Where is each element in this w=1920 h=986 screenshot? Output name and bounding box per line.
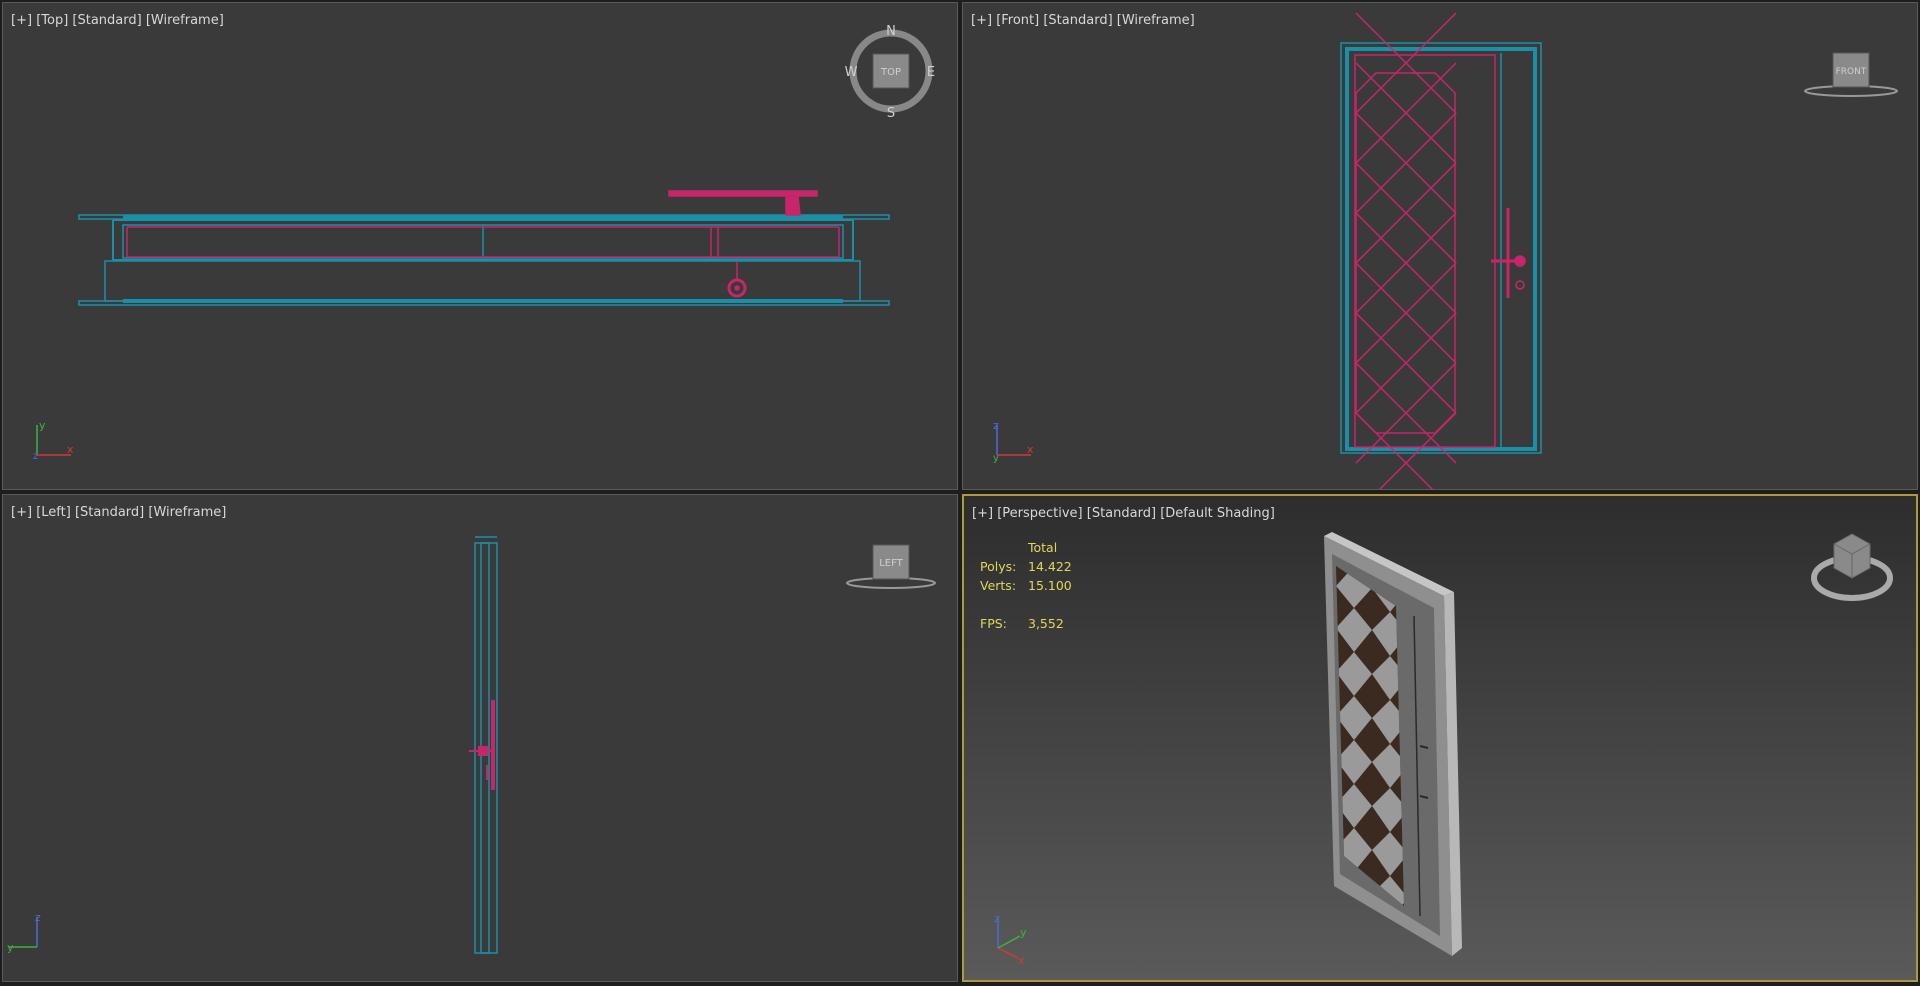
svg-text:y: y [993, 453, 999, 464]
svg-text:x: x [1027, 443, 1034, 456]
axis-tripod: z x y [993, 419, 1034, 464]
svg-text:z: z [33, 451, 38, 462]
viewport-left[interactable]: [+] [Left] [Standard] [Wireframe] LEFT z… [2, 494, 958, 982]
viewport-front[interactable]: [+] [Front] [Standard] [Wireframe] FRONT… [962, 2, 1918, 490]
svg-text:z: z [35, 911, 41, 924]
axis-tripod: z y [7, 911, 41, 954]
svg-text:x: x [67, 443, 74, 456]
svg-text:y: y [7, 941, 14, 954]
svg-text:z: z [994, 912, 1000, 925]
svg-text:z: z [993, 419, 999, 432]
viewport-perspective[interactable]: [+] [Perspective] [Standard] [Default Sh… [962, 494, 1918, 982]
viewport-top[interactable]: [+] [Top] [Standard] [Wireframe] TOP N S… [2, 2, 958, 490]
axis-tripod: y x z [33, 419, 74, 462]
axis-tripod: z x y [994, 912, 1027, 967]
svg-text:y: y [1020, 926, 1027, 939]
svg-text:x: x [1018, 954, 1025, 967]
svg-text:y: y [39, 419, 46, 432]
